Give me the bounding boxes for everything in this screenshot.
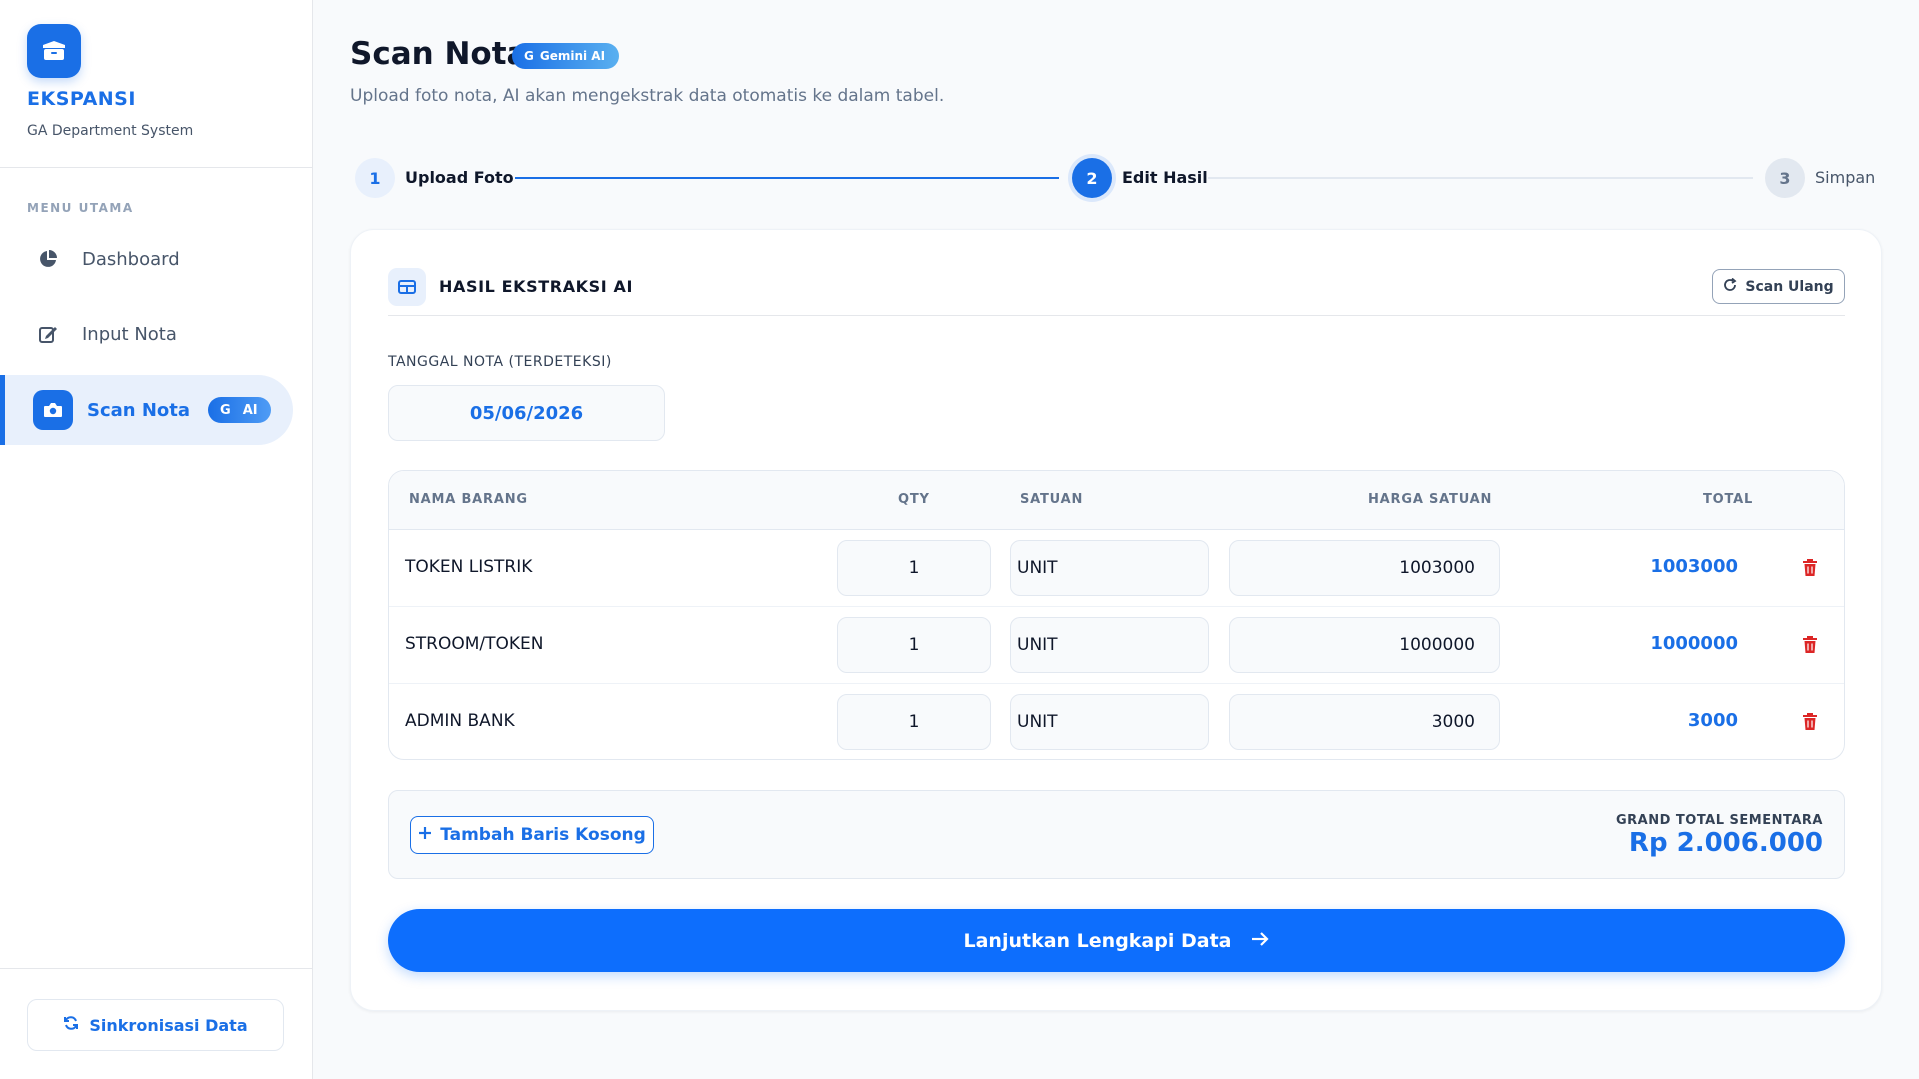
items-table: NAMA BARANG QTY SATUAN HARGA SATUAN TOTA… <box>388 470 1845 760</box>
step-1-number: 1 <box>355 158 395 198</box>
table-header: NAMA BARANG QTY SATUAN HARGA SATUAN TOTA… <box>389 471 1844 530</box>
table-row: ADMIN BANK 1 UNIT 3000 3000 <box>389 684 1844 759</box>
google-icon: G <box>524 49 534 63</box>
price-input[interactable]: 1003000 <box>1229 540 1500 596</box>
sidebar-item-input-nota[interactable]: Input Nota <box>0 299 293 369</box>
trash-icon[interactable] <box>1799 556 1821 580</box>
trash-icon[interactable] <box>1799 710 1821 734</box>
price-input[interactable]: 1000000 <box>1229 617 1500 673</box>
add-row-label: Tambah Baris Kosong <box>440 825 646 845</box>
row-total: 1000000 <box>1650 633 1738 654</box>
unit-input[interactable]: UNIT <box>1010 540 1209 596</box>
plus-icon <box>418 825 432 845</box>
continue-button[interactable]: Lanjutkan Lengkapi Data <box>388 909 1845 972</box>
rescan-button[interactable]: Scan Ulang <box>1712 269 1845 304</box>
row-total: 3000 <box>1687 710 1738 731</box>
grand-total-label: GRAND TOTAL SEMENTARA <box>1615 813 1823 828</box>
card-title: HASIL EKSTRAKSI AI <box>439 277 634 296</box>
price-input[interactable]: 3000 <box>1229 694 1500 750</box>
add-row-button[interactable]: Tambah Baris Kosong <box>410 816 654 854</box>
rescan-label: Scan Ulang <box>1745 278 1834 295</box>
trash-icon[interactable] <box>1799 633 1821 657</box>
gemini-ai-badge: G Gemini AI <box>512 43 620 69</box>
step-1-label: Upload Foto <box>405 168 514 187</box>
divider <box>388 315 1845 316</box>
header-name: NAMA BARANG <box>409 492 528 507</box>
sidebar-item-label: Input Nota <box>82 323 177 345</box>
table-row: TOKEN LISTRIK 1 UNIT 1003000 1003000 <box>389 530 1844 607</box>
step-connector <box>1208 177 1753 179</box>
step-3-label: Simpan <box>1815 168 1876 187</box>
rotate-icon <box>1723 277 1737 296</box>
pie-chart-icon <box>34 245 62 273</box>
camera-icon <box>33 390 73 430</box>
sync-label: Sinkronisasi Data <box>89 1015 248 1035</box>
page-subtitle: Upload foto nota, AI akan mengekstrak da… <box>350 86 945 106</box>
table-row: STROOM/TOKEN 1 UNIT 1000000 1000000 <box>389 607 1844 684</box>
google-icon: G <box>220 402 231 418</box>
box-icon <box>27 24 81 78</box>
item-name: ADMIN BANK <box>405 711 515 731</box>
table-icon <box>388 268 426 306</box>
page-title: Scan Nota <box>350 36 528 72</box>
menu-heading: MENU UTAMA <box>27 201 134 215</box>
date-label: TANGGAL NOTA (TERDETEKSI) <box>388 354 612 370</box>
brand-logo[interactable] <box>27 24 81 78</box>
sidebar-item-scan-nota[interactable]: Scan Nota G AI <box>0 375 293 445</box>
qty-input[interactable]: 1 <box>837 540 991 596</box>
divider <box>0 968 313 969</box>
arrow-right-icon <box>1251 930 1270 952</box>
ai-badge-label: AI <box>242 402 258 418</box>
refresh-icon <box>63 1015 79 1035</box>
grand-total-value: Rp 2.006.000 <box>1628 828 1823 858</box>
step-2-label: Edit Hasil <box>1122 168 1208 187</box>
sync-data-button[interactable]: Sinkronisasi Data <box>27 999 284 1051</box>
qty-input[interactable]: 1 <box>837 694 991 750</box>
header-qty: QTY <box>898 492 930 507</box>
item-name: STROOM/TOKEN <box>405 634 544 654</box>
header-unit: SATUAN <box>1020 492 1084 507</box>
item-name: TOKEN LISTRIK <box>405 557 533 577</box>
step-3-number: 3 <box>1765 158 1805 198</box>
unit-input[interactable]: UNIT <box>1010 617 1209 673</box>
brand-name: EKSPANSI <box>27 88 136 110</box>
qty-input[interactable]: 1 <box>837 617 991 673</box>
row-total: 1003000 <box>1650 556 1738 577</box>
step-2-number: 2 <box>1072 158 1112 198</box>
badge-label: Gemini AI <box>539 49 606 63</box>
date-field[interactable]: 05/06/2026 <box>388 385 665 441</box>
header-total: TOTAL <box>1703 492 1754 507</box>
header-price: HARGA SATUAN <box>1368 492 1493 507</box>
sidebar: EKSPANSI GA Department System MENU UTAMA… <box>0 0 313 1079</box>
step-connector <box>515 177 1059 179</box>
sidebar-item-dashboard[interactable]: Dashboard <box>0 224 293 294</box>
divider <box>0 167 313 168</box>
edit-icon <box>34 320 62 348</box>
brand-subtitle: GA Department System <box>27 123 194 139</box>
ai-badge: G AI <box>208 397 271 423</box>
continue-label: Lanjutkan Lengkapi Data <box>963 929 1232 952</box>
unit-input[interactable]: UNIT <box>1010 694 1209 750</box>
sidebar-item-label: Scan Nota <box>87 399 191 421</box>
sidebar-item-label: Dashboard <box>82 248 180 270</box>
